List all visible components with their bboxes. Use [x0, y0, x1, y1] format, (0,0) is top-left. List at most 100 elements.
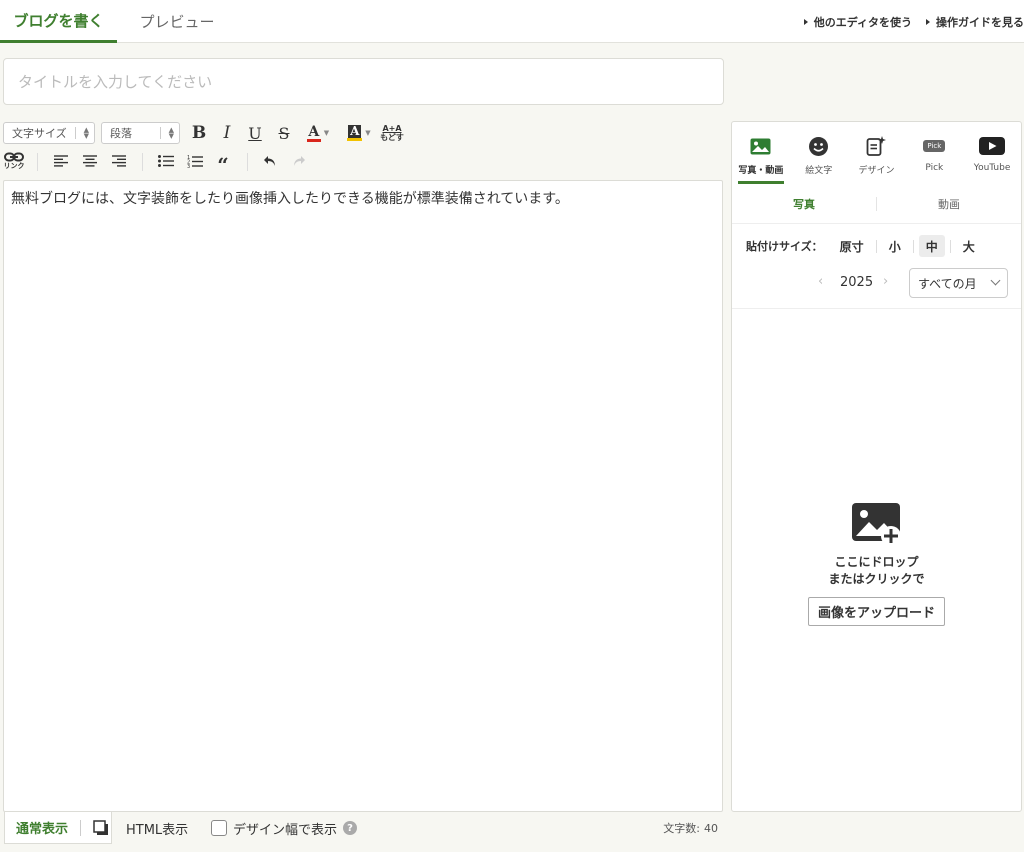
chevron-down-icon — [990, 275, 1001, 286]
panel-tab-pick[interactable]: Pick Pick — [905, 122, 963, 184]
align-left-button[interactable] — [51, 150, 71, 172]
drop-line-1: ここにドロップ — [834, 555, 919, 569]
subtab-photo[interactable]: 写真 — [732, 196, 876, 212]
select-divider — [75, 127, 76, 139]
add-image-icon — [851, 503, 901, 546]
size-divider — [875, 239, 877, 253]
top-links: 他のエディタを使う 操作ガイドを見る — [803, 0, 1024, 43]
editor-text: 無料ブログには、文字装飾をしたり画像挿入したりできる機能が標準装備されています。 — [11, 191, 569, 207]
youtube-icon — [979, 137, 1006, 155]
numbered-list-button[interactable]: 123 — [185, 150, 205, 172]
html-view-tab[interactable]: HTML表示 — [126, 812, 188, 844]
font-color-button[interactable]: A ▼ — [303, 122, 333, 144]
other-editor-link[interactable]: 他のエディタを使う — [803, 14, 912, 30]
panel-tab-label: YouTube — [973, 163, 1011, 173]
design-width-toggle[interactable]: デザイン幅で表示 ? — [211, 812, 358, 844]
align-right-icon — [112, 155, 126, 167]
drop-instruction: ここにドロップ またはクリックで — [828, 554, 924, 588]
toolbar-divider — [142, 153, 143, 171]
link-icon — [4, 152, 24, 162]
font-size-select[interactable]: 文字サイズ ▲ ▼ — [3, 122, 95, 144]
upload-image-button[interactable]: 画像をアップロード — [807, 597, 945, 626]
background-color-icon: A — [347, 125, 363, 141]
normal-view-label: 通常表示 — [16, 822, 69, 837]
guide-link[interactable]: 操作ガイドを見る — [926, 14, 1024, 30]
design-icon — [867, 136, 887, 156]
panel-tab-emoji[interactable]: 絵文字 — [790, 122, 848, 184]
svg-text:3: 3 — [187, 164, 190, 168]
media-panel: 写真・動画 絵文字 デザイン Pick Pick YouTube 写真 動画 貼… — [731, 121, 1022, 812]
link-label: リンク — [3, 162, 25, 170]
undo-button[interactable] — [260, 150, 280, 172]
align-right-button[interactable] — [109, 150, 129, 172]
design-width-label: デザイン幅で表示 — [233, 822, 338, 838]
redo-button[interactable] — [289, 150, 309, 172]
design-width-checkbox[interactable] — [211, 820, 227, 836]
char-count-value: 40 — [704, 821, 718, 835]
drop-line-2: またはクリックで — [828, 572, 925, 586]
editor-area[interactable]: 無料ブログには、文字装飾をしたり画像挿入したりできる機能が標準装備されています。 — [3, 180, 723, 812]
month-select[interactable]: すべての月 — [909, 268, 1008, 298]
editor-toolbar: 文字サイズ ▲ ▼ 段落 ▲ ▼ B I U S A ▼ A ▼ A+A もどす リ… — [0, 120, 726, 178]
caret-down-icon: ▼ — [323, 129, 330, 137]
blockquote-button[interactable]: “ — [213, 150, 233, 177]
select-divider — [160, 127, 161, 139]
panel-tab-design[interactable]: デザイン — [848, 122, 906, 184]
underline-button[interactable]: U — [246, 122, 264, 144]
size-large-button[interactable]: 大 — [956, 235, 982, 257]
bold-button[interactable]: B — [190, 122, 208, 144]
upload-dropzone[interactable]: ここにドロップ またはクリックで 画像をアップロード — [732, 502, 1021, 626]
tab-preview-label: プレビュー — [139, 13, 215, 31]
size-divider — [912, 239, 914, 253]
chevron-right-icon[interactable]: › — [883, 274, 888, 289]
reset-format-glyph: A+A — [382, 124, 402, 133]
quote-icon: “ — [217, 153, 229, 177]
link-button[interactable]: リンク — [2, 150, 26, 172]
panel-tab-label: Pick — [925, 163, 944, 173]
panel-tab-label: 絵文字 — [805, 166, 833, 176]
triangle-right-icon — [803, 18, 808, 25]
chevron-left-icon[interactable]: ‹ — [818, 274, 823, 289]
redo-icon — [294, 156, 305, 166]
size-small-button[interactable]: 小 — [882, 235, 908, 257]
size-medium-button[interactable]: 中 — [918, 235, 945, 257]
bullet-list-button[interactable] — [156, 150, 176, 172]
bullet-list-icon — [158, 155, 174, 167]
paste-size-label: 貼付けサイズ： — [746, 240, 823, 253]
reset-format-label: もどす — [380, 133, 404, 142]
html-view-label: HTML表示 — [126, 822, 189, 838]
align-center-icon — [83, 155, 97, 167]
normal-view-tab[interactable]: 通常表示 — [4, 812, 112, 844]
triangle-right-icon — [926, 18, 930, 25]
caret-down-icon: ▼ — [365, 129, 371, 137]
panel-tab-photo-video[interactable]: 写真・動画 — [732, 122, 790, 184]
paste-size-row: 貼付けサイズ： 原寸 小 中 大 — [732, 234, 1021, 258]
panel-tab-label: デザイン — [858, 166, 895, 176]
paragraph-select[interactable]: 段落 ▲ ▼ — [101, 122, 180, 144]
copy-icon[interactable] — [93, 819, 109, 836]
year-label: 2025 — [840, 275, 874, 290]
background-color-button[interactable]: A ▼ — [342, 122, 376, 144]
editor-bottom-bar: 通常表示 HTML表示 デザイン幅で表示 ? 文字数: 40 — [0, 812, 726, 844]
size-original-button[interactable]: 原寸 — [833, 235, 871, 257]
strikethrough-button[interactable]: S — [275, 122, 293, 144]
align-center-button[interactable] — [80, 150, 100, 172]
reset-format-button[interactable]: A+A もどす — [380, 122, 404, 144]
guide-label: 操作ガイドを見る — [936, 15, 1024, 29]
panel-tab-youtube[interactable]: YouTube — [963, 122, 1021, 184]
tab-preview[interactable]: プレビュー — [117, 0, 237, 43]
numbered-list-icon: 123 — [187, 155, 203, 168]
month-select-value: すべての月 — [918, 276, 977, 291]
toolbar-divider — [247, 153, 248, 171]
italic-button[interactable]: I — [218, 122, 236, 144]
pick-icon: Pick — [923, 140, 946, 152]
align-left-icon — [54, 155, 68, 167]
updown-arrow-icon: ▲ ▼ — [168, 126, 174, 140]
subtab-video[interactable]: 動画 — [877, 196, 1021, 212]
help-icon[interactable]: ? — [343, 821, 358, 835]
tab-write-blog[interactable]: ブログを書く — [0, 0, 117, 43]
font-size-label: 文字サイズ — [12, 127, 67, 140]
panel-tab-label: 写真・動画 — [738, 166, 784, 176]
title-input[interactable] — [3, 58, 724, 105]
paragraph-label: 段落 — [110, 127, 132, 140]
